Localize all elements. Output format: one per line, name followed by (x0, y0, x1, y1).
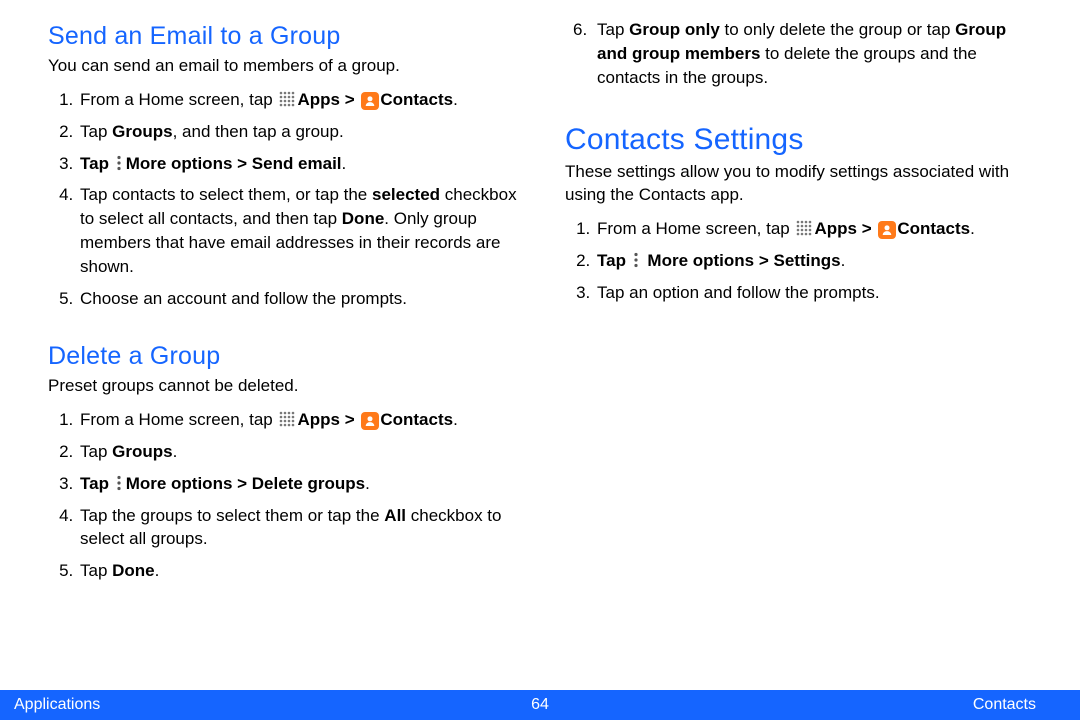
step-text: From a Home screen, tap (597, 219, 794, 238)
page: Send an Email to a Group You can send an… (0, 0, 1080, 720)
footer-left-label: Applications (14, 696, 100, 714)
apps-grid-icon (279, 411, 295, 427)
step-text: From a Home screen, tap (80, 410, 277, 429)
footer-right-label: Contacts (973, 696, 1036, 714)
page-footer: Applications 64 Contacts (0, 690, 1080, 720)
contacts-label: Contacts (380, 90, 453, 109)
bold-text: More options > Delete groups (126, 474, 365, 493)
bold-text: All (384, 506, 406, 525)
content-columns: Send an Email to a Group You can send an… (0, 0, 1080, 680)
step-text: to only delete the group or tap (720, 20, 955, 39)
step-item: From a Home screen, tap Apps > Contacts. (78, 404, 523, 436)
step-text: Tap (80, 122, 112, 141)
more-options-icon (114, 475, 124, 491)
heading-send-email: Send an Email to a Group (48, 22, 523, 51)
step-item: Tap the groups to select them or tap the… (78, 500, 523, 556)
contacts-label: Contacts (897, 219, 970, 238)
bold-text: Groups (112, 442, 172, 461)
heading-delete-group: Delete a Group (48, 342, 523, 371)
contacts-label: Contacts (380, 410, 453, 429)
contacts-icon (361, 412, 379, 430)
step-item: Tap contacts to select them, or tap the … (78, 179, 523, 282)
step-item: From a Home screen, tap Apps > Contacts. (595, 213, 1040, 245)
more-options-icon (114, 155, 124, 171)
steps-delete-group: From a Home screen, tap Apps > Contacts.… (48, 404, 523, 587)
intro-contacts-settings: These settings allow you to modify setti… (565, 161, 1040, 207)
period: . (173, 442, 178, 461)
page-number: 64 (531, 696, 549, 714)
apps-grid-icon (796, 220, 812, 236)
step-text: Tap (80, 474, 114, 493)
step-item: Tap Done. (78, 555, 523, 587)
bold-text: More options > Settings (643, 251, 841, 270)
intro-delete-group: Preset groups cannot be deleted. (48, 375, 523, 398)
bold-text: Group only (629, 20, 720, 39)
period: . (841, 251, 846, 270)
right-column: Tap Group only to only delete the group … (565, 14, 1040, 680)
step-item: Tap an option and follow the prompts. (595, 277, 1040, 309)
heading-contacts-settings: Contacts Settings (565, 123, 1040, 157)
period: . (453, 90, 458, 109)
apps-label: Apps > (297, 90, 359, 109)
bold-text: Groups (112, 122, 172, 141)
step-item: Tap More options > Delete groups. (78, 468, 523, 500)
contacts-icon (878, 221, 896, 239)
step-text: Tap (80, 561, 112, 580)
step-text: Tap (80, 154, 114, 173)
apps-label: Apps > (297, 410, 359, 429)
period: . (970, 219, 975, 238)
step-text: Tap contacts to select them, or tap the (80, 185, 372, 204)
period: . (453, 410, 458, 429)
period: . (342, 154, 347, 173)
bold-text: Done (342, 209, 385, 228)
period: . (155, 561, 160, 580)
step-text: From a Home screen, tap (80, 90, 277, 109)
step-text: Tap the groups to select them or tap the (80, 506, 384, 525)
step-text: Tap (597, 251, 631, 270)
period: . (365, 474, 370, 493)
step-item: Tap More options > Send email. (78, 148, 523, 180)
bold-text: selected (372, 185, 440, 204)
step-item: Tap Groups. (78, 436, 523, 468)
step-item: Tap More options > Settings. (595, 245, 1040, 277)
step-item: Choose an account and follow the prompts… (78, 283, 523, 315)
step-text: Tap (80, 442, 112, 461)
continued-steps-delete-group: Tap Group only to only delete the group … (565, 14, 1040, 93)
step-item: Tap Groups, and then tap a group. (78, 116, 523, 148)
bold-text: Done (112, 561, 155, 580)
step-text: Tap (597, 20, 629, 39)
apps-label: Apps > (814, 219, 876, 238)
bold-text: More options > Send email (126, 154, 342, 173)
step-item: Tap Group only to only delete the group … (595, 14, 1040, 93)
step-text: , and then tap a group. (173, 122, 344, 141)
contacts-icon (361, 92, 379, 110)
steps-contacts-settings: From a Home screen, tap Apps > Contacts.… (565, 213, 1040, 308)
left-column: Send an Email to a Group You can send an… (48, 14, 523, 680)
steps-send-email: From a Home screen, tap Apps > Contacts.… (48, 84, 523, 314)
more-options-icon (631, 252, 641, 268)
step-item: From a Home screen, tap Apps > Contacts. (78, 84, 523, 116)
intro-send-email: You can send an email to members of a gr… (48, 55, 523, 78)
apps-grid-icon (279, 91, 295, 107)
